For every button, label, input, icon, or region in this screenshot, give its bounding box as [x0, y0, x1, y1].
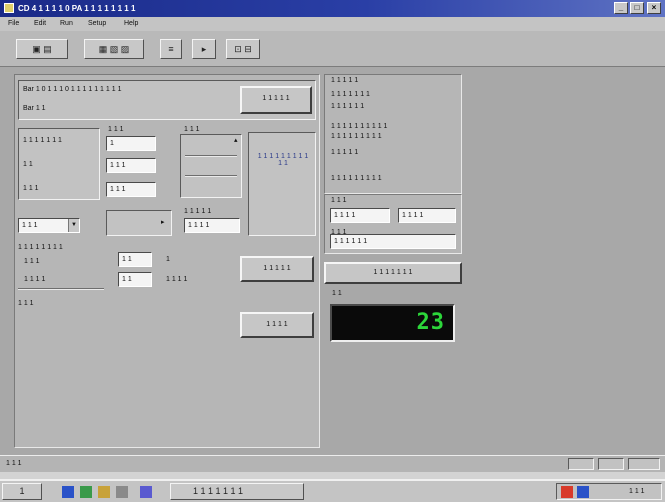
- chevron-down-icon[interactable]: ▼: [68, 219, 79, 232]
- menu-edit[interactable]: Edit: [34, 20, 46, 27]
- right-action-button[interactable]: 1 1 1 1 1 1 1: [324, 262, 462, 284]
- title-bar: CD 4 1 1 1 1 0 PA 1 1 1 1 1 1 1 1 _ □ ×: [0, 0, 665, 17]
- toolbar-view-buttons[interactable]: ▦ ▧ ▨: [84, 39, 144, 59]
- right-section-title: 1 1 1 1 1: [331, 77, 359, 84]
- right-line-2: 1 1 1 1 1 1: [331, 103, 365, 110]
- right-line-1: 1 1 1 1 1 1 1: [331, 91, 370, 98]
- toolbar-file-buttons[interactable]: ▣ ▤: [16, 39, 68, 59]
- empty-combo-box: ▸: [106, 210, 172, 236]
- tray-clock: 1 1 1: [629, 488, 645, 495]
- quicklaunch-icon[interactable]: [62, 486, 74, 498]
- lower-value-2[interactable]: 1 1: [118, 272, 152, 287]
- lower-value-1[interactable]: 1 1: [118, 252, 152, 267]
- scroll-indicator: ▴: [234, 137, 238, 144]
- param-label-2: 1 1: [23, 161, 33, 168]
- params-labels-box: 1 1 1 1 1 1 1 1 1 1 1 1: [18, 128, 100, 200]
- lower-unit-1: 1: [166, 256, 170, 263]
- menu-file[interactable]: File: [8, 20, 19, 27]
- toolbar: ▣ ▤ ▦ ▧ ▨ ≡ ▸ ⊡ ⊟: [0, 31, 665, 67]
- tray-icon[interactable]: [577, 486, 589, 498]
- menu-help[interactable]: Help: [124, 20, 138, 27]
- tray-icon[interactable]: [561, 486, 573, 498]
- graphic-box: 1 1 1 1 1 1 1 1 1 1 1: [248, 132, 316, 236]
- display-label: 1 1: [332, 290, 342, 297]
- maximize-button[interactable]: □: [630, 2, 644, 14]
- toolbar-list-button[interactable]: ≡: [160, 39, 182, 59]
- right-info-panel: 1 1 1 1 1 1 1 1 1 1 1 1 1 1 1 1 1 1 1 1 …: [324, 74, 462, 194]
- quicklaunch-icon[interactable]: [98, 486, 110, 498]
- right-line-4: 1 1 1 1 1 1 1 1 1: [331, 133, 382, 140]
- right-line-5: 1 1 1 1 1: [331, 149, 359, 156]
- system-tray: 1 1 1: [556, 483, 662, 500]
- lower-label-1: 1 1 1: [24, 258, 40, 265]
- start-button[interactable]: 1: [2, 483, 42, 500]
- info-button[interactable]: 1 1 1 1 1: [240, 86, 312, 114]
- quicklaunch-icon[interactable]: [116, 486, 128, 498]
- lower-unit-2: 1 1 1 1: [166, 276, 188, 283]
- combo-scroll-icon[interactable]: ▸: [161, 218, 165, 226]
- apply-button[interactable]: 1 1 1 1 1: [240, 256, 314, 282]
- quicklaunch-icon[interactable]: [140, 486, 152, 498]
- divider: [185, 155, 237, 157]
- input-a[interactable]: 1 1 1 1: [330, 208, 390, 223]
- mode-combo-value: 1 1 1: [22, 222, 38, 229]
- menu-bar: File Edit Run Setup Help: [0, 17, 665, 31]
- mode-combo[interactable]: 1 1 1 ▼: [18, 218, 80, 233]
- info-line-2: Bar 1 1: [23, 105, 46, 112]
- toolbar-run-button[interactable]: ▸: [192, 39, 216, 59]
- input-c[interactable]: 1 1 1 1 1 1: [330, 234, 456, 249]
- divider: [185, 175, 237, 177]
- input-b[interactable]: 1 1 1 1: [398, 208, 456, 223]
- right-line-3: 1 1 1 1 1 1 1 1 1 1: [331, 123, 388, 130]
- taskbar-app-button[interactable]: 1 1 1 1 1 1 1: [170, 483, 304, 500]
- param-label-3: 1 1 1: [23, 185, 39, 192]
- spin-field[interactable]: 1 1 1 1: [184, 218, 240, 233]
- taskbar: 1 1 1 1 1 1 1 1 1 1 1: [0, 479, 665, 502]
- lower-label-2: 1 1 1 1: [24, 276, 46, 283]
- params-col3-box: [180, 134, 242, 198]
- params-col3-header: 1 1 1: [184, 126, 200, 133]
- menu-run[interactable]: Run: [60, 20, 73, 27]
- taskbar-edge: [0, 472, 665, 479]
- quicklaunch-icon[interactable]: [80, 486, 92, 498]
- right-line-6: 1 1 1 1 1 1 1 1 1: [331, 175, 382, 182]
- status-pane-1: [568, 458, 594, 470]
- counter-value: 23: [416, 310, 445, 335]
- info-line-1: Bar 1 0 1 1 1 0 1 1 1 1 1 1 1 1 1: [23, 86, 122, 93]
- param-label-1: 1 1 1 1 1 1 1: [23, 137, 62, 144]
- start-button[interactable]: 1 1 1 1: [240, 312, 314, 338]
- lower-footer: 1 1 1: [18, 300, 34, 307]
- minimize-button[interactable]: _: [614, 2, 628, 14]
- params-col2-header: 1 1 1: [108, 126, 124, 133]
- divider: [18, 288, 104, 290]
- param-value-2[interactable]: 1 1 1: [106, 158, 156, 173]
- status-pane-3: [628, 458, 660, 470]
- close-button[interactable]: ×: [647, 2, 661, 14]
- graphic-caption: 1 1 1 1 1 1 1 1 1 1 1: [257, 153, 309, 167]
- app-icon: [4, 3, 14, 13]
- menu-setup[interactable]: Setup: [88, 20, 106, 27]
- toolbar-tools-buttons[interactable]: ⊡ ⊟: [226, 39, 260, 59]
- window-title: CD 4 1 1 1 1 0 PA 1 1 1 1 1 1 1 1: [18, 4, 136, 13]
- param-value-3[interactable]: 1 1 1: [106, 182, 156, 197]
- status-bar: 1 1 1: [0, 455, 665, 472]
- counter-display: 23: [330, 304, 455, 342]
- spin-label: 1 1 1 1 1: [184, 208, 212, 215]
- status-text: 1 1 1: [6, 460, 22, 467]
- inputs-header: 1 1 1: [331, 197, 347, 204]
- param-value-1[interactable]: 1: [106, 136, 156, 151]
- status-pane-2: [598, 458, 624, 470]
- lower-group-title: 1 1 1 1 1 1 1 1: [18, 244, 63, 251]
